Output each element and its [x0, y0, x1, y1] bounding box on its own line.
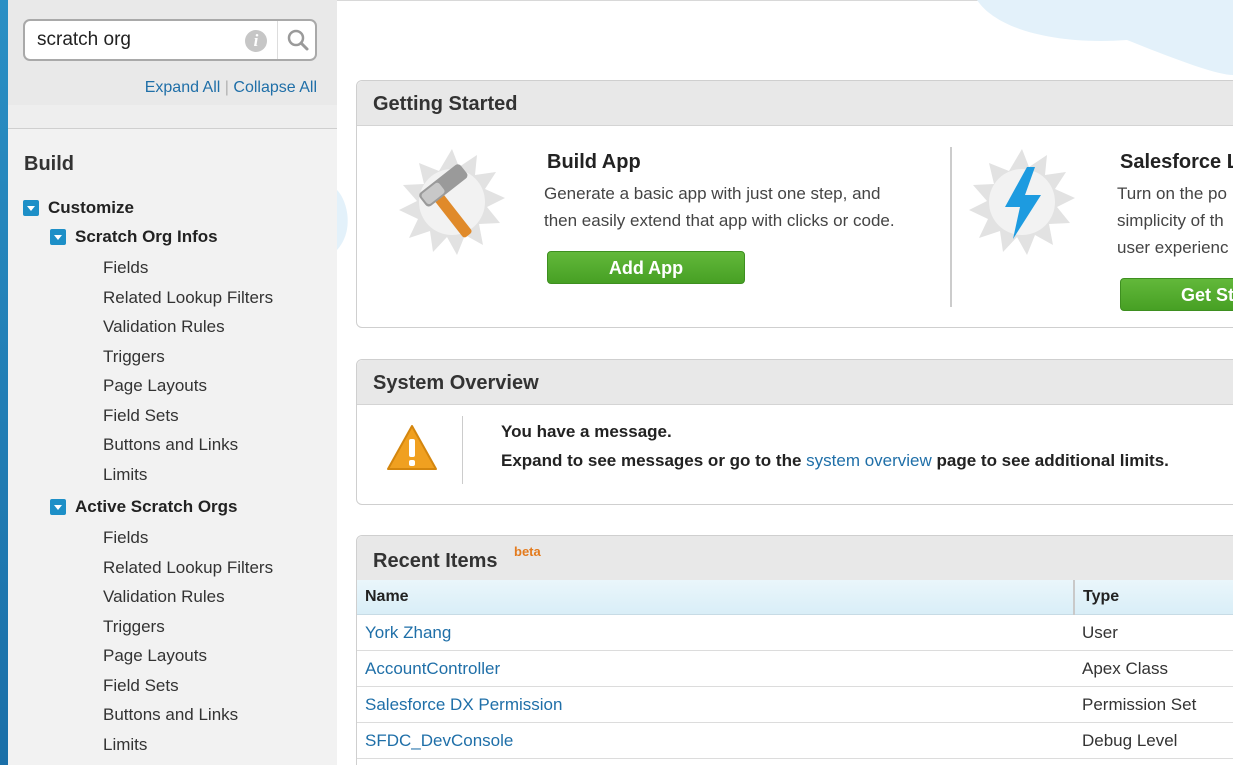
- record-link[interactable]: York Zhang: [365, 623, 451, 642]
- tree-node-scratch-org-infos[interactable]: Scratch Org Infos: [50, 227, 218, 247]
- build-app-title: Build App: [547, 151, 641, 173]
- message-line-1: You have a message.: [501, 422, 672, 441]
- add-app-button[interactable]: Add App: [547, 251, 745, 284]
- system-overview-link[interactable]: system overview: [806, 451, 932, 470]
- record-link[interactable]: SFDC_DevConsole: [365, 731, 513, 750]
- search-icon: [287, 29, 309, 51]
- build-section-title: Build: [24, 153, 74, 175]
- sidebar-item-page-layouts[interactable]: Page Layouts: [103, 376, 207, 396]
- collapse-toggle-icon[interactable]: [50, 229, 66, 245]
- getting-started-header: Getting Started: [357, 81, 1233, 126]
- lightning-desc-1: Turn on the po: [1117, 184, 1227, 203]
- table-row: SFDC_DevConsole Debug Level: [357, 722, 1233, 759]
- row-name-cell: SFDC_DevConsole: [357, 722, 1074, 759]
- sidebar-item-triggers[interactable]: Triggers: [103, 347, 165, 367]
- sidebar-item-field-sets[interactable]: Field Sets: [103, 406, 179, 426]
- link-separator: |: [224, 79, 229, 96]
- expand-collapse-row: Expand All | Collapse All: [145, 79, 317, 97]
- row-type-cell: Debug Level: [1074, 722, 1233, 759]
- lightning-icon: [969, 149, 1075, 255]
- collapse-toggle-icon[interactable]: [23, 200, 39, 216]
- column-header-name[interactable]: Name: [357, 580, 1074, 615]
- table-row: AccountController Apex Class: [357, 650, 1233, 687]
- sidebar-item-field-sets[interactable]: Field Sets: [103, 676, 179, 696]
- beta-badge: beta: [514, 544, 541, 559]
- tree-node-label: Scratch Org Infos: [75, 227, 218, 246]
- quick-find-area: i Expand All | Collapse All: [8, 0, 337, 105]
- record-link[interactable]: AccountController: [365, 659, 500, 678]
- main-content: Getting Started Build App Generate a bas…: [337, 0, 1233, 765]
- quick-find-input[interactable]: [37, 28, 237, 52]
- collapse-all-link[interactable]: Collapse All: [233, 79, 317, 96]
- system-overview-header: System Overview: [357, 360, 1233, 405]
- sidebar-item-limits[interactable]: Limits: [103, 735, 147, 755]
- build-app-desc-1: Generate a basic app with just one step,…: [544, 184, 881, 203]
- row-type-cell: User: [1074, 614, 1233, 651]
- row-name-cell: AccountController: [357, 650, 1074, 687]
- table-header-row: Name Type: [357, 580, 1233, 615]
- build-app-desc-2: then easily extend that app with clicks …: [544, 211, 895, 230]
- sidebar-item-related-lookup-filters[interactable]: Related Lookup Filters: [103, 558, 273, 578]
- recent-items-panel: Recent Items beta Name Type York Zhang U…: [356, 535, 1233, 765]
- lightning-desc-3: user experienc: [1117, 238, 1229, 257]
- recent-items-title: Recent Items: [373, 550, 498, 572]
- column-header-type[interactable]: Type: [1073, 580, 1233, 615]
- sidebar-item-validation-rules[interactable]: Validation Rules: [103, 317, 225, 337]
- row-name-cell: York Zhang: [357, 614, 1074, 651]
- hammer-icon: [399, 149, 505, 255]
- record-link[interactable]: Salesforce DX Permission: [365, 695, 562, 714]
- tree-node-label: Active Scratch Orgs: [75, 497, 238, 516]
- message-text-post: page to see additional limits.: [931, 451, 1169, 470]
- row-type-cell: Apex Class: [1074, 650, 1233, 687]
- row-type-cell: Permission Set: [1074, 686, 1233, 723]
- info-icon[interactable]: i: [245, 30, 267, 52]
- table-row: York Zhang User: [357, 614, 1233, 651]
- sidebar-item-related-lookup-filters[interactable]: Related Lookup Filters: [103, 288, 273, 308]
- recent-items-table: Name Type York Zhang User AccountControl…: [357, 580, 1233, 759]
- sidebar-item-validation-rules[interactable]: Validation Rules: [103, 587, 225, 607]
- system-overview-panel: System Overview You have a message. Expa…: [356, 359, 1233, 505]
- getting-started-title: Getting Started: [373, 93, 518, 115]
- sidebar-item-fields[interactable]: Fields: [103, 258, 148, 278]
- table-row: Salesforce DX Permission Permission Set: [357, 686, 1233, 723]
- sidebar-item-page-layouts[interactable]: Page Layouts: [103, 646, 207, 666]
- lightning-title: Salesforce L: [1120, 151, 1233, 173]
- expand-all-link[interactable]: Expand All: [145, 79, 221, 96]
- warning-icon: [387, 425, 437, 470]
- message-text-pre: Expand to see messages or go to the: [501, 451, 807, 470]
- tree-node-active-scratch-orgs[interactable]: Active Scratch Orgs: [50, 497, 238, 517]
- sidebar-item-buttons-and-links[interactable]: Buttons and Links: [103, 435, 238, 455]
- sidebar-divider: [8, 128, 337, 129]
- getting-started-divider: [950, 147, 952, 307]
- search-button[interactable]: [277, 21, 318, 59]
- tree-node-customize[interactable]: Customize: [23, 198, 134, 218]
- sidebar-item-buttons-and-links[interactable]: Buttons and Links: [103, 705, 238, 725]
- setup-sidebar: i Expand All | Collapse All Build Custom…: [8, 0, 338, 765]
- system-overview-title: System Overview: [373, 372, 539, 394]
- getting-started-panel: Getting Started Build App Generate a bas…: [356, 80, 1233, 328]
- system-overview-divider: [462, 416, 463, 484]
- left-edge-bar: [0, 0, 8, 765]
- collapse-toggle-icon[interactable]: [50, 499, 66, 515]
- lightning-desc-2: simplicity of th: [1117, 211, 1224, 230]
- get-started-button[interactable]: Get St: [1120, 278, 1233, 311]
- tree-node-label: Customize: [48, 198, 134, 217]
- message-line-2: Expand to see messages or go to the syst…: [501, 451, 1169, 471]
- sidebar-item-fields[interactable]: Fields: [103, 528, 148, 548]
- sidebar-spacer: [8, 105, 337, 128]
- quick-find-box: i: [23, 19, 317, 61]
- sidebar-item-triggers[interactable]: Triggers: [103, 617, 165, 637]
- sidebar-item-limits[interactable]: Limits: [103, 465, 147, 485]
- recent-items-header: Recent Items beta: [357, 536, 1233, 581]
- row-name-cell: Salesforce DX Permission: [357, 686, 1074, 723]
